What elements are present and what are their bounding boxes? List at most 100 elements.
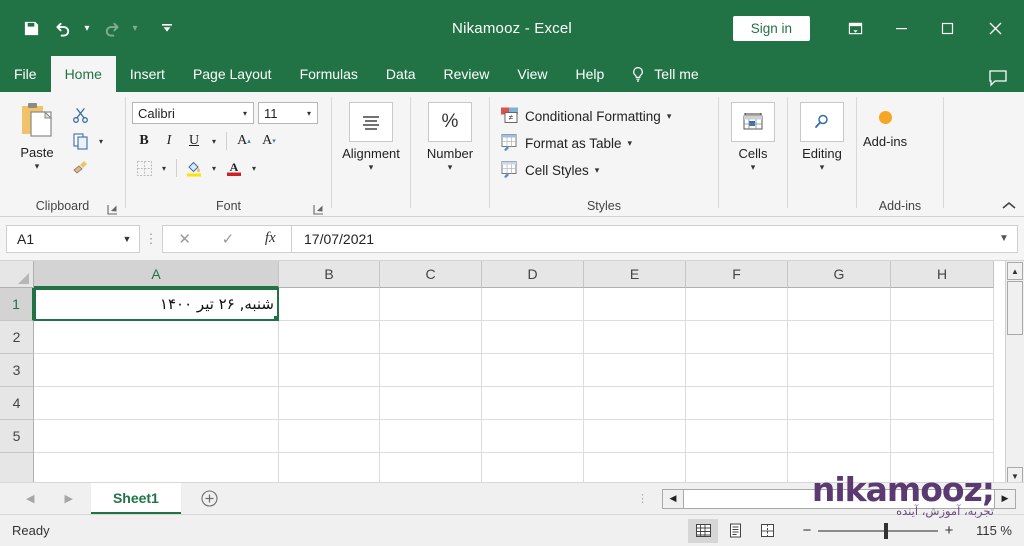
increase-font-size-button[interactable]: A ▴ — [232, 129, 256, 153]
cell-e2[interactable] — [584, 321, 686, 354]
cell-a1[interactable]: شنبه, ۲۶ تیر ۱۴۰۰ — [34, 288, 280, 322]
cells-button[interactable]: Cells ▾ — [725, 99, 781, 172]
cell-d4[interactable] — [482, 387, 584, 420]
cell-h5[interactable] — [891, 420, 994, 453]
editing-dropdown-caret-icon[interactable]: ▾ — [820, 162, 825, 172]
cell-f3[interactable] — [686, 354, 788, 387]
copy-dropdown-caret-icon[interactable]: ▾ — [94, 129, 108, 153]
cell-h3[interactable] — [891, 354, 994, 387]
underline-button[interactable]: U — [182, 129, 206, 153]
column-header-g[interactable]: G — [788, 261, 891, 288]
select-all-corner[interactable] — [0, 261, 34, 288]
bold-button[interactable]: B — [132, 129, 156, 153]
cell-b3[interactable] — [279, 354, 380, 387]
conditional-formatting-button[interactable]: ≠ Conditional Formatting ▾ — [496, 103, 671, 130]
cell-h1[interactable] — [891, 288, 994, 321]
tab-formulas[interactable]: Formulas — [286, 56, 372, 92]
cell-b1[interactable] — [279, 288, 380, 321]
tab-view[interactable]: View — [503, 56, 561, 92]
tell-me-search[interactable]: Tell me — [618, 56, 699, 92]
cell-d3[interactable] — [482, 354, 584, 387]
cell-g2[interactable] — [788, 321, 891, 354]
cell-g3[interactable] — [788, 354, 891, 387]
column-header-h[interactable]: H — [891, 261, 994, 288]
normal-view-icon[interactable] — [688, 518, 718, 543]
row-header-4[interactable]: 4 — [0, 387, 34, 420]
tab-data[interactable]: Data — [372, 56, 430, 92]
cancel-icon[interactable]: ✕ — [178, 230, 191, 248]
cell-a4[interactable] — [34, 387, 279, 420]
formula-input[interactable]: 17/07/2021 ▼ — [292, 224, 1018, 253]
horizontal-scrollbar[interactable]: ◀ ▶ — [662, 488, 1016, 509]
scissors-icon[interactable] — [68, 103, 94, 127]
number-dropdown-caret-icon[interactable]: ▾ — [448, 162, 453, 172]
scroll-up-arrow-icon[interactable]: ▲ — [1007, 262, 1023, 280]
row-header-1[interactable]: 1 — [0, 288, 34, 321]
alignment-dropdown-caret-icon[interactable]: ▾ — [369, 162, 374, 172]
collapse-ribbon-icon[interactable] — [1002, 201, 1016, 213]
column-header-c[interactable]: C — [380, 261, 482, 288]
tab-review[interactable]: Review — [430, 56, 504, 92]
maximize-icon[interactable] — [924, 11, 970, 45]
cell-c2[interactable] — [380, 321, 482, 354]
fill-color-icon[interactable] — [182, 156, 206, 180]
cell-f6[interactable] — [686, 453, 788, 482]
ribbon-display-options-icon[interactable] — [832, 11, 878, 45]
cell-f4[interactable] — [686, 387, 788, 420]
tab-insert[interactable]: Insert — [116, 56, 179, 92]
zoom-in-button[interactable]: + — [938, 522, 960, 539]
row-header-3[interactable]: 3 — [0, 354, 34, 387]
font-color-dropdown-caret-icon[interactable]: ▾ — [247, 156, 261, 180]
cell-e4[interactable] — [584, 387, 686, 420]
vertical-scrollbar[interactable]: ▲ ▼ — [1005, 261, 1024, 482]
cell-g5[interactable] — [788, 420, 891, 453]
zoom-slider[interactable] — [818, 521, 938, 541]
cell-h4[interactable] — [891, 387, 994, 420]
italic-button[interactable]: I — [157, 129, 181, 153]
zoom-slider-thumb[interactable] — [884, 522, 888, 539]
enter-checkmark-icon[interactable]: ✓ — [222, 230, 235, 248]
font-dialog-launcher-icon[interactable] — [313, 202, 325, 215]
row-header-5[interactable]: 5 — [0, 420, 34, 453]
paste-dropdown-caret-icon[interactable]: ▾ — [35, 161, 40, 171]
alignment-button[interactable]: Alignment ▾ — [338, 99, 404, 172]
cell-a5[interactable] — [34, 420, 279, 453]
font-size-combo[interactable]: 11 ▾ — [258, 102, 318, 124]
name-box[interactable]: A1 ▼ — [6, 224, 140, 253]
cell-d2[interactable] — [482, 321, 584, 354]
cell-a2[interactable] — [34, 321, 279, 354]
expand-formula-bar-icon[interactable]: ▼ — [991, 233, 1017, 244]
clipboard-dialog-launcher-icon[interactable] — [107, 202, 119, 215]
cell-d1[interactable] — [482, 288, 584, 321]
page-layout-view-icon[interactable] — [720, 519, 750, 543]
page-break-preview-icon[interactable] — [752, 519, 782, 543]
tab-file[interactable]: File — [0, 56, 51, 92]
minimize-icon[interactable] — [878, 11, 924, 45]
save-icon[interactable] — [16, 13, 46, 43]
redo-icon[interactable] — [96, 13, 126, 43]
horizontal-scroll-track[interactable] — [684, 488, 994, 509]
customize-quick-access-toolbar-icon[interactable] — [152, 13, 182, 43]
copy-icon[interactable] — [68, 129, 94, 153]
format-painter-icon[interactable] — [68, 155, 94, 179]
previous-sheet-arrow-icon[interactable]: ◀ — [26, 492, 34, 505]
paste-button[interactable]: Paste ▾ — [6, 99, 68, 171]
cell-e3[interactable] — [584, 354, 686, 387]
cell-g1[interactable] — [788, 288, 891, 321]
cell-a6[interactable] — [34, 453, 279, 482]
cell-c5[interactable] — [380, 420, 482, 453]
row-header-2[interactable]: 2 — [0, 321, 34, 354]
addins-button[interactable]: Add-ins — [863, 99, 907, 149]
cell-b6[interactable] — [279, 453, 380, 482]
cell-c1[interactable] — [380, 288, 482, 321]
close-icon[interactable] — [970, 11, 1020, 45]
column-header-b[interactable]: B — [279, 261, 380, 288]
cell-f2[interactable] — [686, 321, 788, 354]
number-button[interactable]: % Number ▾ — [417, 99, 483, 172]
cell-h6[interactable] — [891, 453, 994, 482]
column-header-d[interactable]: D — [482, 261, 584, 288]
fill-color-dropdown-caret-icon[interactable]: ▾ — [207, 156, 221, 180]
cell-c3[interactable] — [380, 354, 482, 387]
cell-g4[interactable] — [788, 387, 891, 420]
font-color-icon[interactable]: A — [222, 156, 246, 180]
